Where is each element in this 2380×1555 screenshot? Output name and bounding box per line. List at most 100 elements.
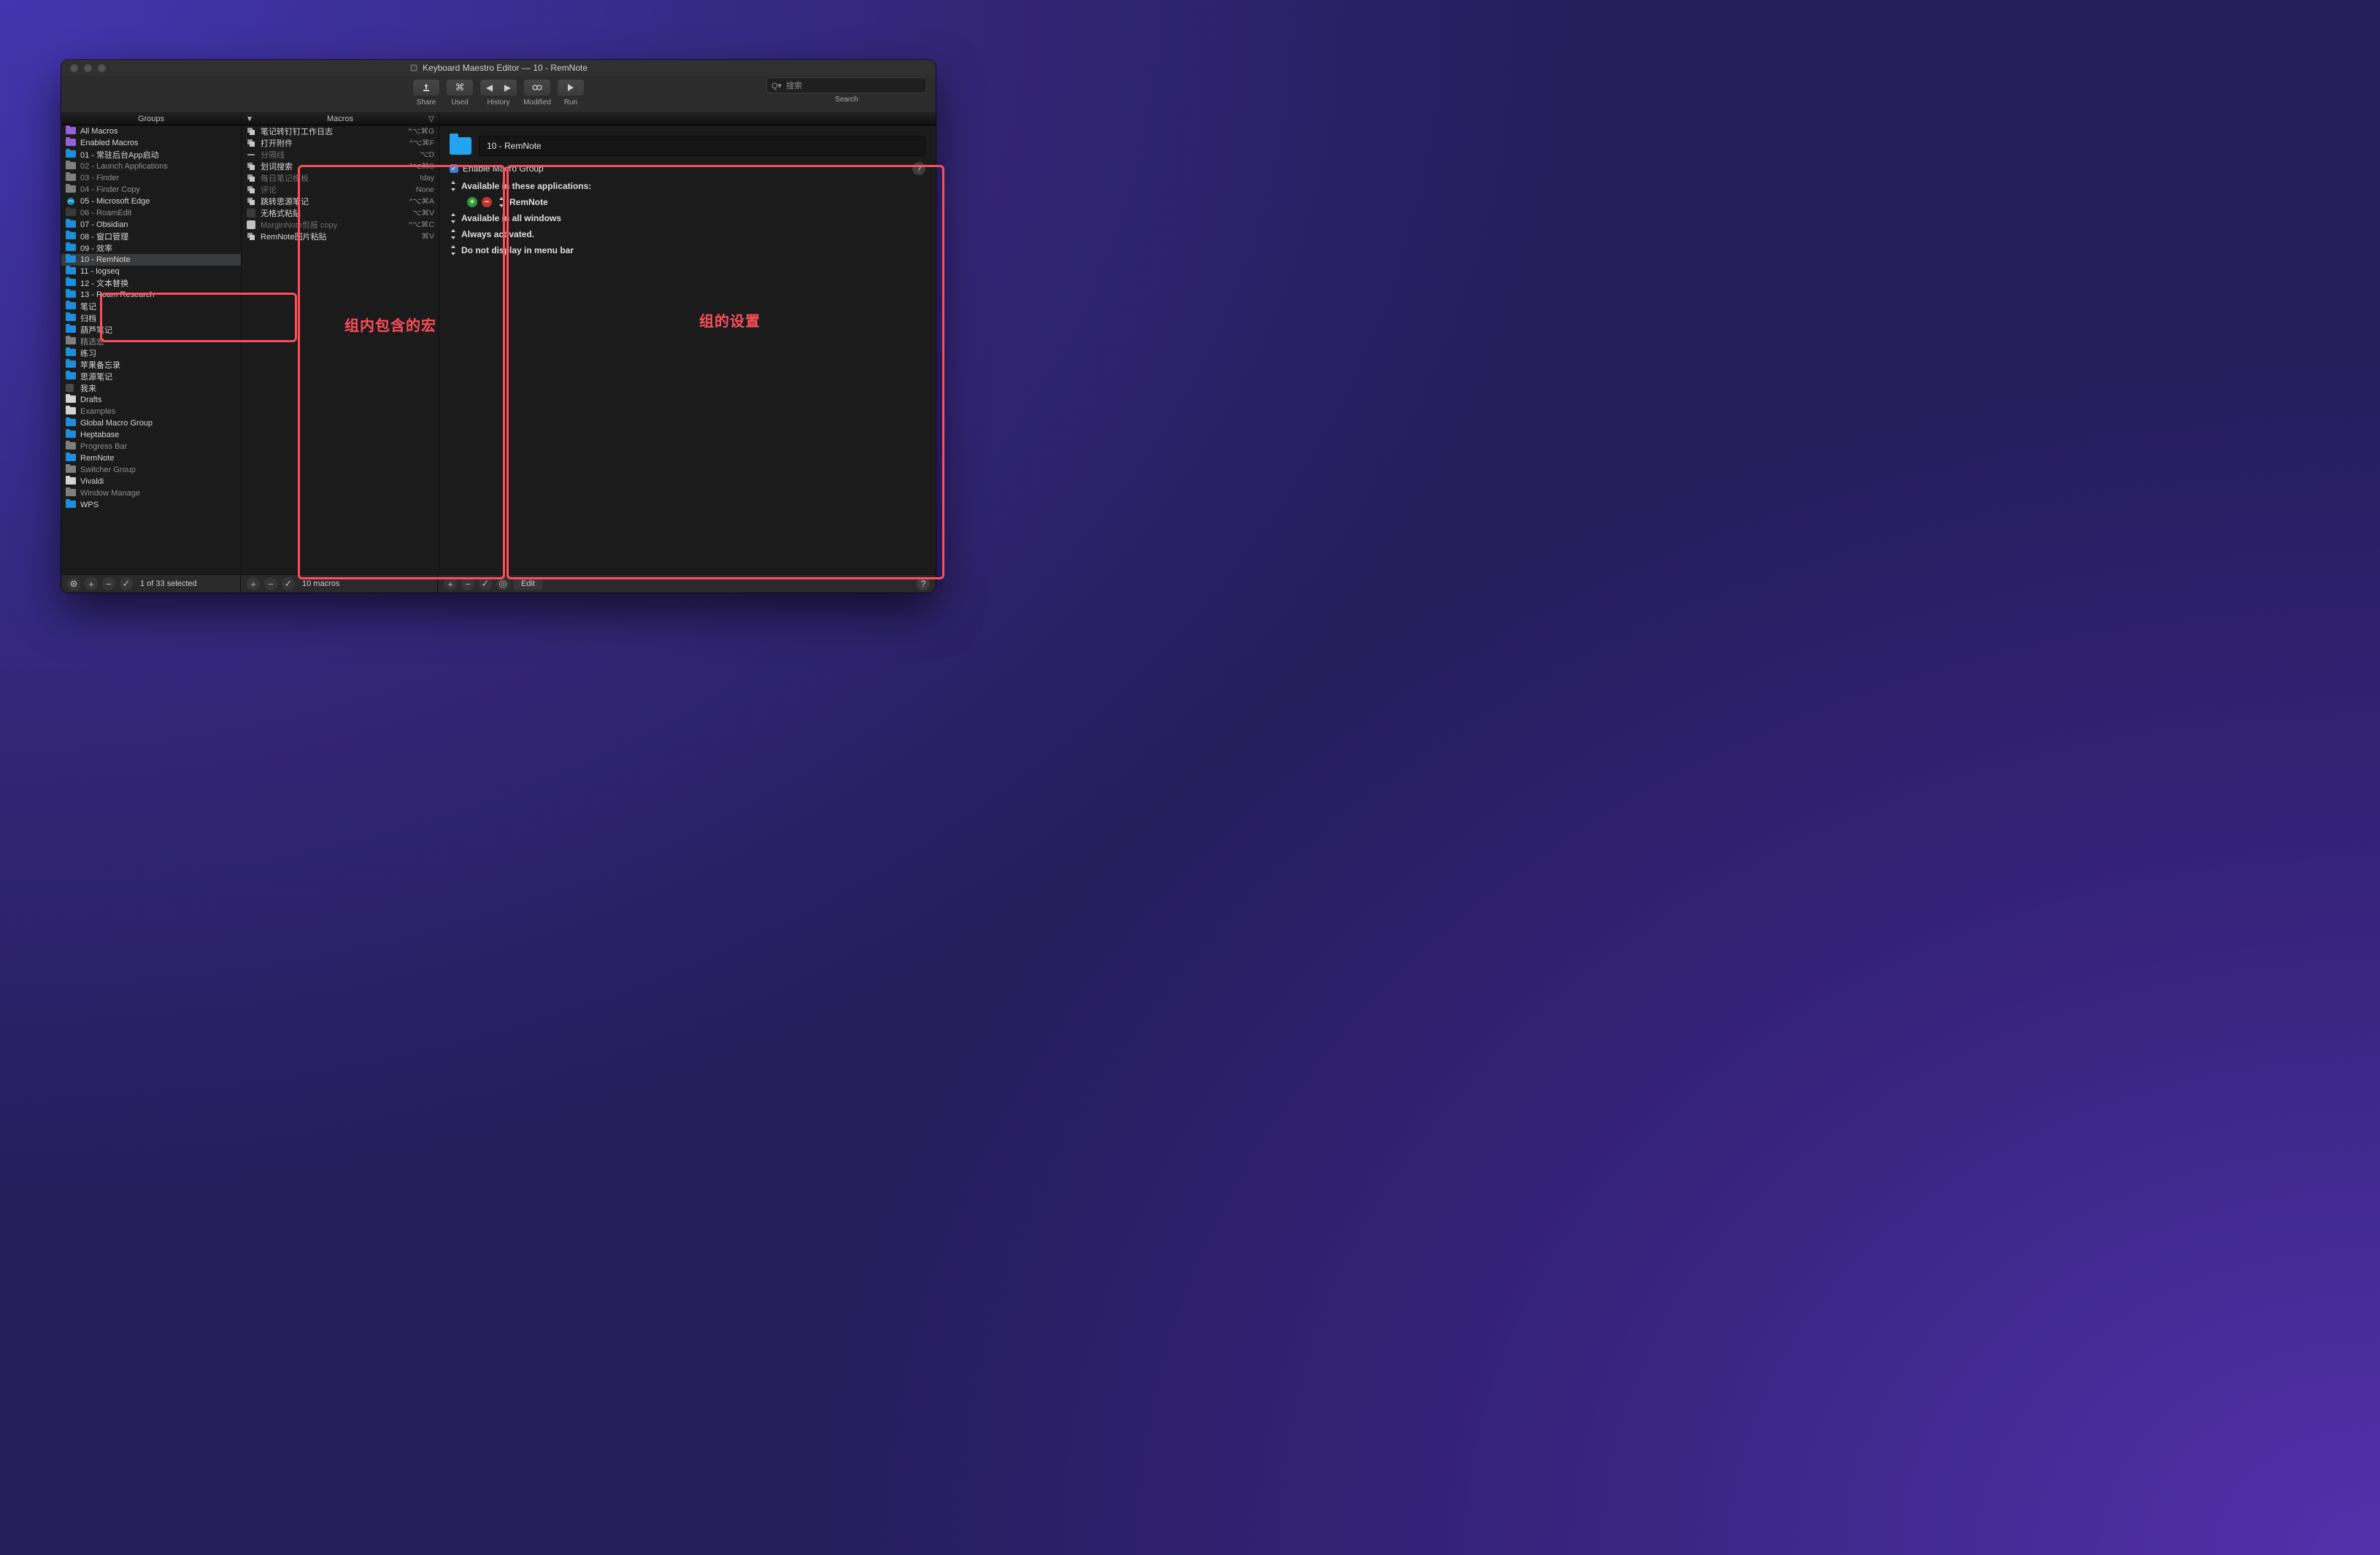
add-action-button[interactable]: + (444, 577, 457, 590)
enable-toggle-button[interactable]: ✓ (120, 577, 133, 590)
modified-button[interactable]: Modified (523, 79, 551, 107)
window-titlebar: Keyboard Maestro Editor — 10 - RemNote (61, 60, 936, 76)
group-row[interactable]: 10 - RemNote (61, 254, 241, 266)
used-button[interactable]: ⌘ Used (446, 79, 474, 107)
run-button[interactable]: Run (557, 79, 585, 107)
share-button[interactable]: Share (412, 79, 440, 107)
shortcut-label: ⌘V (421, 232, 434, 241)
macro-row[interactable]: 跳转思源笔记^⌥⌘A (242, 196, 439, 207)
editor-body: Groups All MacrosEnabled Macros01 - 常驻后台… (61, 113, 936, 574)
group-row[interactable]: 08 - 窗口管理 (61, 231, 241, 242)
groups-list[interactable]: All MacrosEnabled Macros01 - 常驻后台App启动02… (61, 126, 241, 574)
sort-asc-icon[interactable]: ▼ (246, 115, 253, 123)
group-row[interactable]: 09 - 效率 (61, 242, 241, 254)
add-macro-button[interactable]: + (247, 577, 260, 590)
stepper-icon[interactable] (450, 245, 457, 255)
group-row[interactable]: 苹果备忘录 (61, 359, 241, 371)
remove-app-button[interactable]: − (482, 197, 492, 207)
add-group-button[interactable]: + (85, 577, 98, 590)
remove-action-button[interactable]: − (461, 577, 474, 590)
macro-icon (246, 162, 256, 171)
shortcut-label: !day (420, 174, 434, 182)
group-row[interactable]: 笔记 (61, 301, 241, 312)
group-row[interactable]: Drafts (61, 394, 241, 406)
macro-row[interactable]: 评论None (242, 184, 439, 196)
group-row[interactable]: 思源笔记 (61, 371, 241, 382)
group-row[interactable]: 06 - RoamEdit (61, 207, 241, 219)
group-name-field[interactable]: 10 - RemNote (479, 136, 925, 156)
macro-row[interactable]: 每日笔记模板!day (242, 172, 439, 184)
group-row[interactable]: 07 - Obsidian (61, 219, 241, 231)
group-row[interactable]: 03 - Finder (61, 172, 241, 184)
search-input[interactable]: Q▾ 搜索 (766, 77, 927, 93)
macro-row[interactable]: 分隔线⌥D (242, 149, 439, 161)
record-button[interactable]: ◎ (496, 577, 509, 590)
macro-icon (246, 209, 256, 217)
macro-icon (246, 127, 256, 136)
help-icon[interactable]: ? (917, 577, 930, 590)
groups-status: 1 of 33 selected (140, 579, 197, 588)
app-name: RemNote (509, 197, 548, 207)
group-row[interactable]: Switcher Group (61, 464, 241, 476)
group-row[interactable]: 11 - logseq (61, 266, 241, 277)
remove-macro-button[interactable]: − (264, 577, 277, 590)
stepper-icon[interactable] (450, 213, 457, 223)
available-apps-label: Available in these applications: (461, 181, 591, 191)
group-row[interactable]: All Macros (61, 126, 241, 137)
enable-checkbox[interactable]: ✓ (450, 164, 458, 173)
stepper-icon[interactable] (450, 181, 457, 191)
shortcut-label: ^⌥⌘G (408, 127, 434, 136)
group-row[interactable]: 精选宏 (61, 336, 241, 347)
edit-button[interactable]: Edit (514, 577, 542, 590)
macros-list[interactable]: 笔记转钉钉工作日志^⌥⌘G打开附件^⌥⌘F分隔线⌥D划词搜索^⌥⌘S每日笔记模板… (242, 126, 439, 574)
group-row[interactable]: Progress Bar (61, 441, 241, 452)
toggle-action-button[interactable]: ✓ (479, 577, 492, 590)
shortcut-label: ^⌥⌘F (409, 139, 434, 147)
macro-row[interactable]: RemNote图片粘贴⌘V (242, 231, 439, 242)
group-row[interactable]: Window Manage (61, 487, 241, 499)
macros-header[interactable]: ▼ Macros ▽ (242, 113, 439, 126)
detail-column: 10 - RemNote ✓ Enable Macro Group ? Avai… (439, 113, 936, 574)
enable-macro-button[interactable]: ✓ (282, 577, 295, 590)
group-row[interactable]: 归档 (61, 312, 241, 324)
group-row[interactable]: 13 - Roam Research (61, 289, 241, 301)
group-row[interactable]: 01 - 常驻后台App启动 (61, 149, 241, 161)
group-row[interactable]: Vivaldi (61, 476, 241, 487)
group-row[interactable]: 练习 (61, 347, 241, 359)
app-icon (409, 63, 418, 72)
group-folder-icon[interactable] (450, 137, 471, 155)
macro-row[interactable]: 划词搜索^⌥⌘S (242, 161, 439, 172)
groups-column: Groups All MacrosEnabled Macros01 - 常驻后台… (61, 113, 242, 574)
group-row[interactable]: RemNote (61, 452, 241, 464)
group-row[interactable]: 葫芦笔记 (61, 324, 241, 336)
macro-icon (246, 139, 256, 147)
macro-row[interactable]: 无格式粘贴⌥⌘V (242, 207, 439, 219)
detail-header (439, 113, 936, 126)
macro-row[interactable]: MarginNote剪报 copy^⌥⌘C (242, 219, 439, 231)
groups-header[interactable]: Groups (61, 113, 241, 126)
add-app-button[interactable]: + (467, 197, 477, 207)
group-row[interactable]: Heptabase (61, 429, 241, 441)
sort-desc-icon[interactable]: ▽ (428, 115, 434, 123)
group-row[interactable]: Examples (61, 406, 241, 417)
remove-group-button[interactable]: − (102, 577, 115, 590)
group-row[interactable]: WPS (61, 499, 241, 511)
group-row[interactable]: 04 - Finder Copy (61, 184, 241, 196)
macro-icon (246, 150, 256, 159)
window-title: Keyboard Maestro Editor — 10 - RemNote (423, 63, 588, 73)
shortcut-label: ^⌥⌘A (409, 197, 434, 206)
stepper-icon[interactable] (450, 229, 457, 239)
macro-row[interactable]: 笔记转钉钉工作日志^⌥⌘G (242, 126, 439, 137)
help-icon[interactable]: ? (912, 162, 925, 175)
history-button[interactable]: ◀▶ History (480, 79, 517, 107)
macro-icon (246, 220, 256, 229)
gear-button[interactable] (67, 577, 80, 590)
group-row[interactable]: 12 - 文本替换 (61, 277, 241, 289)
group-row[interactable]: 05 - Microsoft Edge (61, 196, 241, 207)
group-row[interactable]: 我来 (61, 382, 241, 394)
macro-row[interactable]: 打开附件^⌥⌘F (242, 137, 439, 149)
group-row[interactable]: Enabled Macros (61, 137, 241, 149)
group-row[interactable]: Global Macro Group (61, 417, 241, 429)
group-row[interactable]: 02 - Launch Applications (61, 161, 241, 172)
app-stepper-icon[interactable] (498, 197, 505, 207)
